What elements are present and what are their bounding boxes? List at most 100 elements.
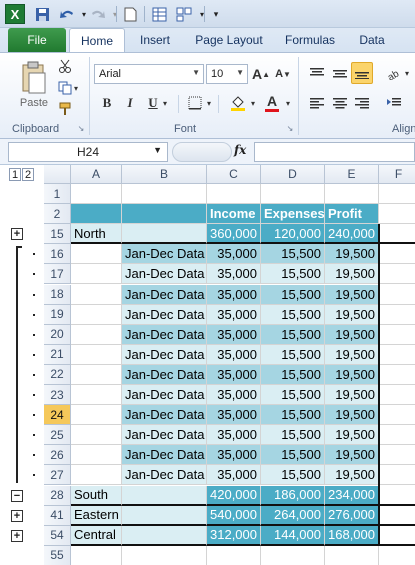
cell-f17[interactable] [379, 264, 415, 285]
cell-a17[interactable] [71, 264, 122, 285]
copy-dropdown-icon[interactable]: ▾ [72, 82, 80, 94]
cell-b22[interactable]: Jan-Dec Data [122, 364, 207, 385]
cell-b54[interactable] [122, 525, 207, 546]
column-header-f[interactable]: F [379, 165, 415, 184]
tab-formulas[interactable]: Formulas [280, 28, 340, 52]
cell-c41[interactable]: 540,000 [207, 505, 261, 526]
cell-e26[interactable]: 19,500 [325, 445, 379, 466]
font-launcher-icon[interactable]: ↘ [285, 123, 295, 133]
orientation-dropdown-icon[interactable]: ▾ [403, 67, 411, 79]
cell-b41[interactable] [122, 505, 207, 526]
orientation-icon[interactable]: ab [383, 62, 405, 84]
expand-group-button[interactable]: + [11, 509, 23, 522]
cell-e16[interactable]: 19,500 [325, 244, 379, 265]
cell-d25[interactable]: 15,500 [261, 425, 325, 446]
cell-b28[interactable] [122, 485, 207, 506]
cell-d20[interactable]: 15,500 [261, 324, 325, 345]
outline-level-1-button[interactable]: 1 [9, 168, 21, 181]
cell-e17[interactable]: 19,500 [325, 264, 379, 285]
cell-c26[interactable]: 35,000 [207, 445, 261, 466]
cell-a19[interactable] [71, 304, 122, 325]
align-middle-icon[interactable] [329, 62, 351, 84]
customize-icon[interactable]: ▾ [207, 5, 225, 23]
expand-group-button[interactable]: + [11, 228, 23, 241]
cell-c20[interactable]: 35,000 [207, 324, 261, 345]
font-size-combo[interactable]: 10 ▼ [206, 64, 248, 84]
cell-f21[interactable] [379, 344, 415, 365]
cell-a2[interactable] [71, 204, 122, 225]
cell-d1[interactable] [261, 184, 325, 205]
cell-a23[interactable] [71, 385, 122, 406]
row-header-26[interactable]: 26 [44, 445, 71, 466]
row-header-18[interactable]: 18 [44, 284, 71, 305]
outline-level-2-button[interactable]: 2 [22, 168, 34, 181]
bold-button[interactable]: B [98, 93, 116, 113]
column-header-a[interactable]: A [71, 165, 122, 184]
cell-e28[interactable]: 234,000 [325, 485, 379, 506]
row-header-17[interactable]: 17 [44, 264, 71, 285]
cell-c17[interactable]: 35,000 [207, 264, 261, 285]
formula-input[interactable] [254, 142, 415, 162]
row-header-25[interactable]: 25 [44, 425, 71, 446]
cell-b27[interactable]: Jan-Dec Data [122, 465, 207, 486]
font-color-button[interactable]: A [262, 91, 282, 113]
shrink-font-button[interactable]: A ▼ [274, 64, 292, 84]
cell-f15[interactable] [379, 224, 415, 245]
cell-e18[interactable]: 19,500 [325, 284, 379, 305]
cell-d16[interactable]: 15,500 [261, 244, 325, 265]
column-header-e[interactable]: E [325, 165, 379, 184]
column-header-b[interactable]: B [122, 165, 207, 184]
new-icon[interactable] [121, 5, 139, 23]
cell-a54[interactable]: Central [71, 525, 122, 546]
cell-e27[interactable]: 19,500 [325, 465, 379, 486]
borders-icon[interactable] [186, 93, 204, 113]
cell-a16[interactable] [71, 244, 122, 265]
cell-e15[interactable]: 240,000 [325, 224, 379, 245]
cell-a21[interactable] [71, 344, 122, 365]
cell-d15[interactable]: 120,000 [261, 224, 325, 245]
cell-e19[interactable]: 19,500 [325, 304, 379, 325]
row-header-54[interactable]: 54 [44, 525, 71, 546]
cell-f23[interactable] [379, 385, 415, 406]
name-box[interactable]: H24 ▼ [8, 142, 168, 162]
grow-font-button[interactable]: A ▲ [252, 64, 270, 84]
cell-c18[interactable]: 35,000 [207, 284, 261, 305]
cell-c27[interactable]: 35,000 [207, 465, 261, 486]
cell-e2[interactable]: Profit [325, 204, 379, 225]
cell-f55[interactable] [379, 545, 415, 565]
cell-f19[interactable] [379, 304, 415, 325]
expand-group-button[interactable]: + [11, 529, 23, 542]
cell-f26[interactable] [379, 445, 415, 466]
cell-d28[interactable]: 186,000 [261, 485, 325, 506]
cell-a26[interactable] [71, 445, 122, 466]
cell-e21[interactable]: 19,500 [325, 344, 379, 365]
row-header-24[interactable]: 24 [44, 405, 71, 426]
row-header-41[interactable]: 41 [44, 505, 71, 526]
cell-a22[interactable] [71, 364, 122, 385]
tab-data[interactable]: Data [352, 28, 392, 52]
tab-insert[interactable]: Insert [133, 28, 177, 52]
cell-f16[interactable] [379, 244, 415, 265]
fill-color-dropdown-icon[interactable]: ▾ [249, 97, 257, 109]
cell-b18[interactable]: Jan-Dec Data [122, 284, 207, 305]
row-header-19[interactable]: 19 [44, 304, 71, 325]
cell-a28[interactable]: South [71, 485, 122, 506]
align-top-icon[interactable] [306, 62, 328, 84]
cell-b17[interactable]: Jan-Dec Data [122, 264, 207, 285]
cell-d23[interactable]: 15,500 [261, 385, 325, 406]
cell-e20[interactable]: 19,500 [325, 324, 379, 345]
underline-button[interactable]: U [144, 93, 162, 113]
collapse-group-button[interactable]: − [11, 489, 23, 502]
font-color-dropdown-icon[interactable]: ▾ [284, 97, 292, 109]
cell-e25[interactable]: 19,500 [325, 425, 379, 446]
cell-f27[interactable] [379, 465, 415, 486]
cell-d41[interactable]: 264,000 [261, 505, 325, 526]
fill-color-icon[interactable] [228, 93, 248, 113]
cell-f41[interactable] [379, 505, 415, 526]
cell-f22[interactable] [379, 364, 415, 385]
align-right-icon[interactable] [351, 93, 373, 113]
cell-b24[interactable]: Jan-Dec Data [122, 405, 207, 426]
cell-f1[interactable] [379, 184, 415, 205]
cell-a20[interactable] [71, 324, 122, 345]
cell-c15[interactable]: 360,000 [207, 224, 261, 245]
